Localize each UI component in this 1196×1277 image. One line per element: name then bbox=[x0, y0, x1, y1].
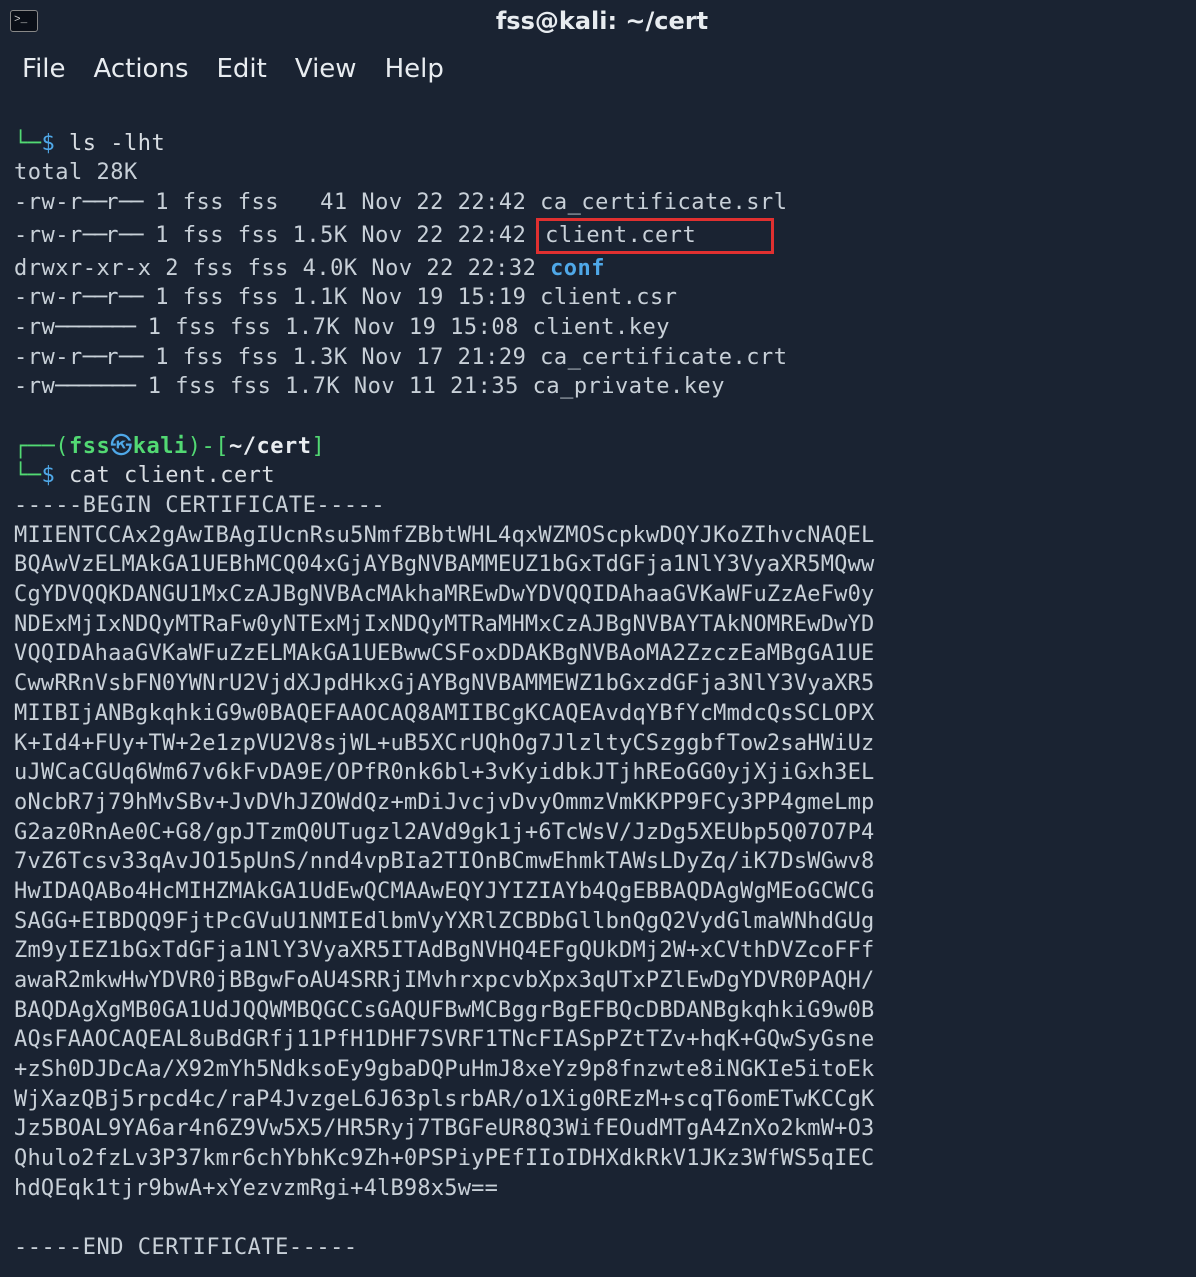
file-name: client.csr bbox=[540, 285, 677, 310]
directory-name: conf bbox=[550, 256, 605, 281]
file-name: ca_private.key bbox=[533, 374, 725, 399]
command-ls: ls -lht bbox=[69, 131, 165, 156]
menu-edit[interactable]: Edit bbox=[217, 52, 267, 87]
file-name: client.key bbox=[533, 315, 670, 340]
menu-file[interactable]: File bbox=[22, 52, 66, 87]
menu-actions[interactable]: Actions bbox=[94, 52, 189, 87]
cert-body: MIIENTCCAx2gAwIBAgIUcnRsu5NmfZBbtWHL4qxW… bbox=[14, 521, 1182, 1204]
cert-end: -----END CERTIFICATE----- bbox=[14, 1235, 358, 1260]
titlebar: fss@kali: ~/cert bbox=[0, 0, 1196, 42]
prompt-path: ~/cert bbox=[229, 434, 311, 459]
prompt-host: kali bbox=[133, 434, 188, 459]
file-name: ca_certificate.srl bbox=[540, 190, 787, 215]
menu-view[interactable]: View bbox=[295, 52, 357, 87]
ls-total: total 28K bbox=[14, 160, 138, 185]
ls-listing: -rw-r──r── 1 fss fss 41 Nov 22 22:42 ca_… bbox=[14, 188, 1182, 402]
terminal-output[interactable]: └─$ ls -lht total 28K -rw-r──r── 1 fss f… bbox=[0, 99, 1196, 1277]
menubar: File Actions Edit View Help bbox=[0, 42, 1196, 99]
command-cat: cat client.cert bbox=[69, 463, 275, 488]
prompt-user: fss bbox=[69, 434, 110, 459]
menu-help[interactable]: Help bbox=[385, 52, 444, 87]
window-title: fss@kali: ~/cert bbox=[48, 5, 1186, 37]
file-name: ca_certificate.crt bbox=[540, 345, 787, 370]
highlighted-file: client.cert bbox=[536, 218, 774, 254]
cert-begin: -----BEGIN CERTIFICATE----- bbox=[14, 493, 385, 518]
terminal-icon bbox=[10, 10, 38, 32]
